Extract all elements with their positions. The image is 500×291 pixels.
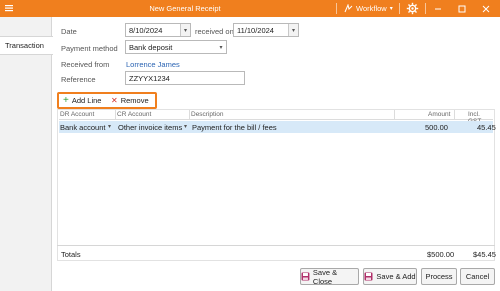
date-field[interactable]: 8/10/2024 ▾	[125, 23, 191, 37]
column-header-cr-account[interactable]: CR Account	[117, 111, 151, 118]
window-title: New General Receipt	[149, 4, 221, 13]
minimize-button[interactable]	[431, 2, 445, 15]
save-add-button[interactable]: Save & Add	[363, 268, 417, 285]
totals-row: Totals $500.00 $45.45	[57, 245, 496, 261]
title-bar: New General Receipt Workflow ▾	[0, 0, 500, 17]
tab-strip: Transaction	[0, 17, 53, 291]
add-line-button[interactable]: + Add Line	[63, 94, 102, 106]
received-on-dropdown-button[interactable]: ▾	[288, 24, 298, 36]
cancel-label: Cancel	[465, 272, 490, 281]
chevron-down-icon[interactable]: ▾	[108, 123, 111, 130]
maximize-button[interactable]	[455, 2, 469, 15]
remove-button[interactable]: ✕ Remove	[111, 96, 149, 105]
chevron-down-icon: ▾	[183, 27, 187, 34]
chevron-down-icon: ▾	[389, 6, 393, 12]
reference-input[interactable]: ZZYYX1234	[125, 71, 245, 85]
gear-icon[interactable]	[406, 2, 419, 15]
minimize-icon	[435, 8, 441, 9]
workflow-button[interactable]: Workflow ▾	[344, 4, 393, 13]
payment-method-label: Payment method	[61, 44, 118, 53]
payment-method-dropdown-button[interactable]: ▾	[216, 41, 226, 53]
chevron-down-icon[interactable]: ▾	[184, 123, 187, 130]
row-amount[interactable]: 500.00	[425, 123, 448, 132]
close-button[interactable]	[479, 2, 493, 15]
totals-label: Totals	[61, 250, 81, 259]
title-separator	[336, 3, 337, 14]
chevron-down-icon: ▾	[219, 44, 223, 51]
maximize-icon	[458, 5, 466, 12]
save-add-label: Save & Add	[376, 272, 416, 281]
column-divider	[394, 110, 395, 120]
workflow-label: Workflow	[356, 4, 387, 13]
column-divider	[454, 110, 455, 120]
received-on-value: 11/10/2024	[237, 26, 274, 35]
date-dropdown-button[interactable]: ▾	[180, 24, 190, 36]
table-row[interactable]: Bank account ▾ Other invoice items ▾ Pay…	[59, 121, 496, 133]
remove-label: Remove	[120, 96, 149, 105]
process-button[interactable]: Process	[421, 268, 457, 285]
date-value: 8/10/2024	[129, 26, 163, 35]
save-close-label: Save & Close	[312, 267, 338, 286]
received-from-label: Received from	[61, 60, 110, 69]
save-close-button[interactable]: Save & Close	[300, 267, 359, 286]
reference-value: ZZYYX1234	[129, 74, 170, 83]
payment-method-select[interactable]: Bank deposit ▾	[125, 40, 227, 54]
column-divider	[115, 110, 116, 120]
row-cr-account[interactable]: Other invoice items	[118, 123, 182, 132]
received-from-link[interactable]: Lorrence James	[126, 60, 180, 69]
add-line-label: Add Line	[71, 96, 102, 105]
workflow-icon	[344, 4, 353, 13]
process-label: Process	[425, 272, 453, 281]
tab-transaction[interactable]: Transaction	[0, 36, 53, 55]
column-header-description[interactable]: Description	[191, 111, 224, 118]
save-icon	[301, 272, 310, 281]
date-label: Date	[61, 27, 77, 36]
row-dr-account[interactable]: Bank account	[60, 123, 105, 132]
column-divider	[189, 110, 190, 120]
chevron-down-icon: ▾	[291, 27, 295, 34]
received-on-field[interactable]: 11/10/2024 ▾	[233, 23, 299, 37]
grid-header: DR Account CR Account Description Amount…	[59, 110, 493, 125]
row-incl-gst[interactable]: 45.45	[477, 123, 496, 132]
cancel-button[interactable]: Cancel	[460, 268, 495, 285]
close-icon	[482, 5, 490, 12]
remove-icon: ✕	[111, 95, 118, 105]
plus-icon: +	[63, 94, 69, 106]
save-icon	[364, 272, 373, 281]
title-separator	[425, 3, 426, 14]
totals-gst: $45.45	[473, 250, 496, 259]
payment-method-value: Bank deposit	[129, 43, 173, 52]
row-description[interactable]: Payment for the bill / fees	[192, 123, 277, 132]
column-header-dr-account[interactable]: DR Account	[60, 111, 94, 118]
column-header-amount[interactable]: Amount	[428, 111, 450, 118]
reference-label: Reference	[61, 75, 96, 84]
totals-amount: $500.00	[427, 250, 455, 259]
line-action-bar: + Add Line ✕ Remove	[57, 92, 157, 109]
title-separator	[399, 3, 400, 14]
received-on-label: received on	[195, 27, 234, 36]
